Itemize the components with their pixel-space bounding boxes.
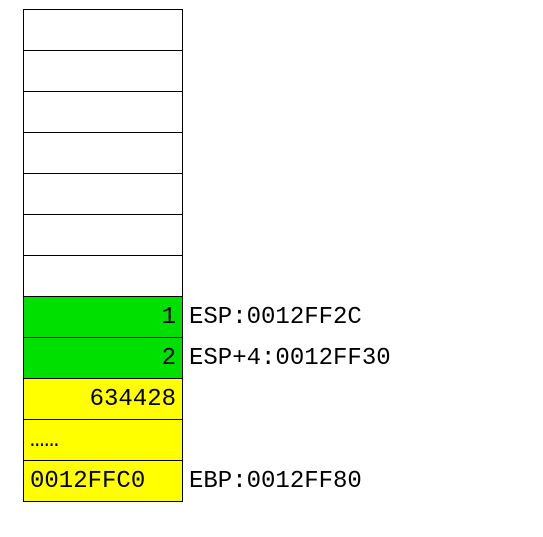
stack-row: [23, 256, 391, 297]
stack-row: 0012FFC0 EBP:0012FF80: [23, 461, 391, 502]
stack-value: 634428: [90, 386, 176, 413]
stack-cell: [23, 9, 183, 51]
stack-row: [23, 133, 391, 174]
stack-cell: ……: [23, 419, 183, 461]
stack-row: [23, 92, 391, 133]
stack-label: EBP:0012FF80: [183, 468, 362, 495]
stack-cell: 0012FFC0: [23, 460, 183, 502]
stack-row: 634428: [23, 379, 391, 420]
stack-row: ……: [23, 420, 391, 461]
stack-row: 2 ESP+4:0012FF30: [23, 338, 391, 379]
stack-cell: [23, 214, 183, 256]
stack-row: [23, 51, 391, 92]
stack-label: ESP:0012FF2C: [183, 304, 362, 331]
stack-cell: 634428: [23, 378, 183, 420]
stack-cell: [23, 132, 183, 174]
stack-row: [23, 174, 391, 215]
stack-cell: 1: [23, 296, 183, 338]
stack-diagram: 1 ESP:0012FF2C 2 ESP+4:0012FF30 634428 ……: [23, 10, 391, 502]
stack-cell: [23, 255, 183, 297]
stack-row: [23, 215, 391, 256]
stack-value: 2: [162, 345, 176, 372]
stack-label: ESP+4:0012FF30: [183, 345, 391, 372]
stack-cell: [23, 50, 183, 92]
stack-cell: 2: [23, 337, 183, 379]
stack-cell: [23, 91, 183, 133]
stack-value: ……: [30, 427, 59, 454]
stack-value: 0012FFC0: [30, 468, 145, 495]
stack-row: [23, 10, 391, 51]
stack-row: 1 ESP:0012FF2C: [23, 297, 391, 338]
stack-value: 1: [162, 304, 176, 331]
stack-cell: [23, 173, 183, 215]
